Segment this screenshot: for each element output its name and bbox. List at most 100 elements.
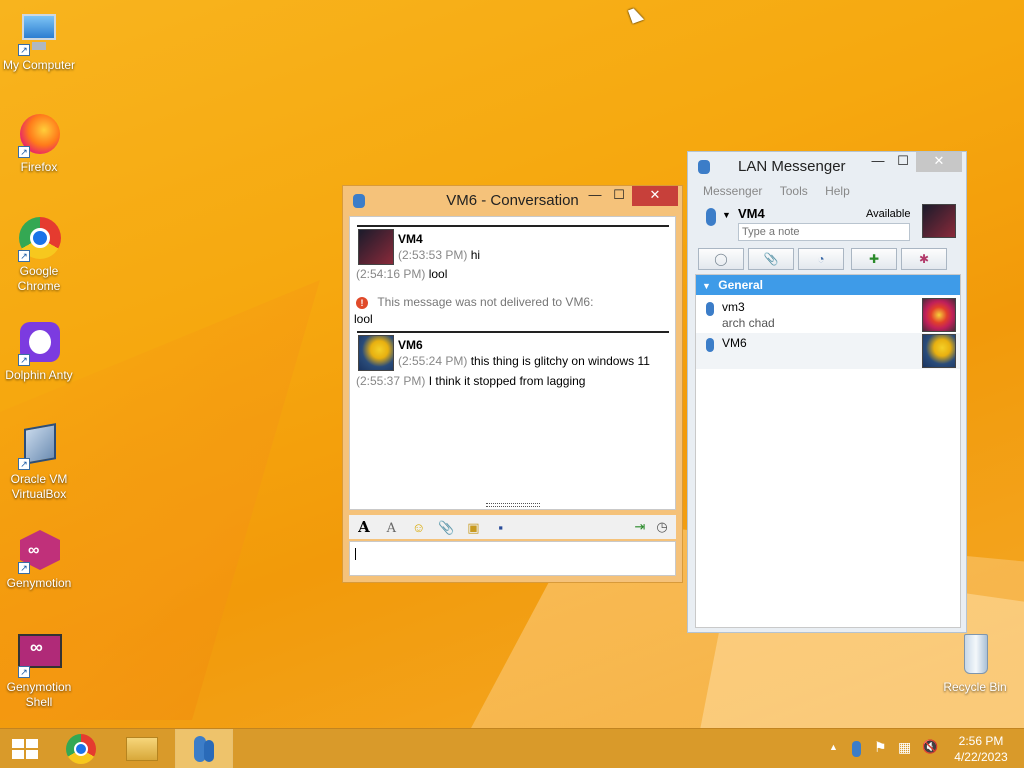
system-tray: ▲ ⚑ ▦ 🔇 2:56 PM 4/22/2023 (826, 729, 1024, 768)
desktop-icon-virtualbox[interactable]: ↗ Oracle VM VirtualBox (0, 423, 78, 502)
send-folder-icon[interactable]: ▣ (464, 520, 482, 536)
lan-messenger-window[interactable]: LAN Messenger — ☐ ✕ Messenger Tools Help… (687, 151, 967, 633)
attach-file-icon[interactable]: 📎 (437, 520, 455, 536)
network-icon[interactable]: ▦ (898, 739, 911, 756)
contact-avatar (922, 298, 956, 332)
font-icon[interactable]: A (355, 519, 373, 535)
divider (357, 225, 669, 227)
menu-messenger[interactable]: Messenger (703, 184, 762, 198)
chat-button[interactable]: ◯ (698, 248, 744, 270)
contact-status-icon (706, 302, 714, 316)
desktop-icon-dolphin-anty[interactable]: ↗ Dolphin Anty (0, 320, 78, 383)
format-toolbar: A A ☺ 📎 ▣ ▪ ⇥ ◷ (349, 515, 676, 539)
export-icon[interactable]: ⇥ (631, 519, 649, 535)
flag-icon[interactable]: ⚑ (874, 739, 887, 756)
maximize-button[interactable]: ☐ (889, 152, 917, 172)
firefox-icon: ↗ (16, 112, 62, 158)
contact-list[interactable]: ▼ General vm3 arch chad VM6 (695, 274, 961, 628)
chevron-up-icon[interactable]: ▲ (829, 742, 838, 752)
menu-help[interactable]: Help (825, 184, 850, 198)
windows-logo-icon (12, 739, 38, 759)
history-icon[interactable]: ◷ (653, 519, 671, 535)
conversation-window[interactable]: VM6 - Conversation — ☐ ✕ VM4 (2:53:53 PM… (342, 185, 683, 583)
group-header[interactable]: ▼ General (696, 275, 960, 295)
desktop-icon-google-chrome[interactable]: ↗ Google Chrome (0, 216, 78, 294)
taskbar-lan-messenger[interactable] (175, 729, 233, 768)
error-message: ! This message was not delivered to VM6: (356, 295, 593, 309)
save-icon[interactable]: ▪ (492, 520, 510, 536)
attach-file-icon: 📎 (763, 252, 779, 266)
menu-bar: Messenger Tools Help (703, 184, 864, 198)
text-caret (355, 548, 356, 560)
chat-icon: ◯ (714, 252, 728, 266)
user-status-icon[interactable] (706, 208, 716, 226)
lan-messenger-title: LAN Messenger (738, 158, 846, 175)
clock[interactable]: 2:56 PM 4/22/2023 (950, 733, 1012, 765)
lan-messenger-icon (698, 160, 710, 174)
user-panel: ▼ VM4 Available (696, 204, 960, 244)
splitter-handle[interactable] (486, 503, 540, 507)
contact-item[interactable]: vm3 arch chad (696, 297, 960, 333)
start-button[interactable] (0, 729, 56, 768)
undelivered-text: lool (354, 312, 373, 326)
broadcast-button[interactable]: ◔ (798, 248, 844, 270)
message-history[interactable]: VM4 (2:53:53 PM) hi (2:54:16 PM) lool ! … (349, 216, 676, 510)
message-input[interactable] (349, 541, 676, 576)
font-color-icon[interactable]: A (382, 521, 400, 537)
emoticon-icon[interactable]: ☺ (410, 520, 428, 536)
desktop-icon-firefox[interactable]: ↗ Firefox (0, 112, 78, 175)
broadcast-icon: ◔ (817, 252, 825, 266)
lan-messenger-titlebar[interactable]: LAN Messenger — ☐ ✕ (688, 152, 966, 182)
message-line: (2:55:37 PM) I think it stopped from lag… (356, 374, 586, 388)
desktop-icon-genymotion-shell[interactable]: ∞ ↗ Genymotion Shell (0, 632, 78, 710)
maximize-button[interactable]: ☐ (605, 186, 633, 206)
chevron-down-icon: ▼ (702, 281, 711, 291)
close-button[interactable]: ✕ (916, 152, 962, 172)
taskbar: ▲ ⚑ ▦ 🔇 2:56 PM 4/22/2023 (0, 728, 1024, 768)
desktop-icon-recycle-bin[interactable]: Recycle Bin (936, 632, 1014, 695)
divider (357, 331, 669, 333)
avatar (358, 229, 394, 265)
minimize-button[interactable]: — (864, 152, 892, 172)
contact-status-icon (706, 338, 714, 352)
clock-date: 4/22/2023 (954, 750, 1008, 764)
genymotion-shell-icon: ∞ ↗ (16, 632, 62, 678)
error-icon: ! (356, 296, 368, 309)
lan-messenger-tray-icon[interactable] (852, 741, 861, 757)
action-toolbar: ◯ 📎 ◔ ✚ ✱ (696, 248, 960, 272)
user-name: VM4 (738, 206, 765, 221)
menu-tools[interactable]: Tools (780, 184, 808, 198)
avatar (358, 335, 394, 371)
clock-time: 2:56 PM (958, 734, 1004, 748)
message-line: (2:55:24 PM) this thing is glitchy on wi… (398, 354, 650, 368)
file-transfer-button[interactable]: 📎 (748, 248, 794, 270)
status-label[interactable]: Available (866, 208, 910, 220)
message-line: (2:53:53 PM) hi (398, 248, 481, 262)
message-line: (2:54:16 PM) lool (356, 267, 448, 281)
speaker-muted-icon[interactable]: 🔇 (922, 739, 938, 755)
taskbar-file-explorer[interactable] (114, 729, 170, 768)
mouse-cursor-icon (627, 6, 645, 24)
virtualbox-icon: ↗ (16, 423, 62, 470)
sender-name: VM6 (398, 338, 423, 352)
dolphin-anty-icon: ↗ (16, 320, 62, 366)
add-contact-button[interactable]: ✚ (851, 248, 897, 270)
contact-avatar (922, 334, 956, 368)
taskbar-chrome[interactable] (54, 729, 110, 768)
genymotion-icon: ∞ ↗ (16, 528, 62, 574)
conversation-titlebar[interactable]: VM6 - Conversation — ☐ ✕ (343, 186, 682, 216)
desktop-icon-my-computer[interactable]: ↗ My Computer (0, 10, 78, 73)
note-input[interactable] (738, 223, 910, 241)
chevron-down-icon[interactable]: ▼ (722, 210, 731, 220)
close-button[interactable]: ✕ (632, 186, 678, 206)
folder-icon (126, 737, 158, 761)
desktop-icon-genymotion[interactable]: ∞ ↗ Genymotion (0, 528, 78, 591)
settings-icon: ✱ (918, 252, 930, 266)
recycle-bin-icon (952, 632, 998, 678)
chrome-icon: ↗ (16, 216, 62, 262)
settings-button[interactable]: ✱ (901, 248, 947, 270)
user-avatar[interactable] (922, 204, 956, 238)
computer-icon: ↗ (16, 10, 62, 56)
add-user-icon: ✚ (868, 252, 880, 266)
contact-item[interactable]: VM6 (696, 333, 960, 369)
